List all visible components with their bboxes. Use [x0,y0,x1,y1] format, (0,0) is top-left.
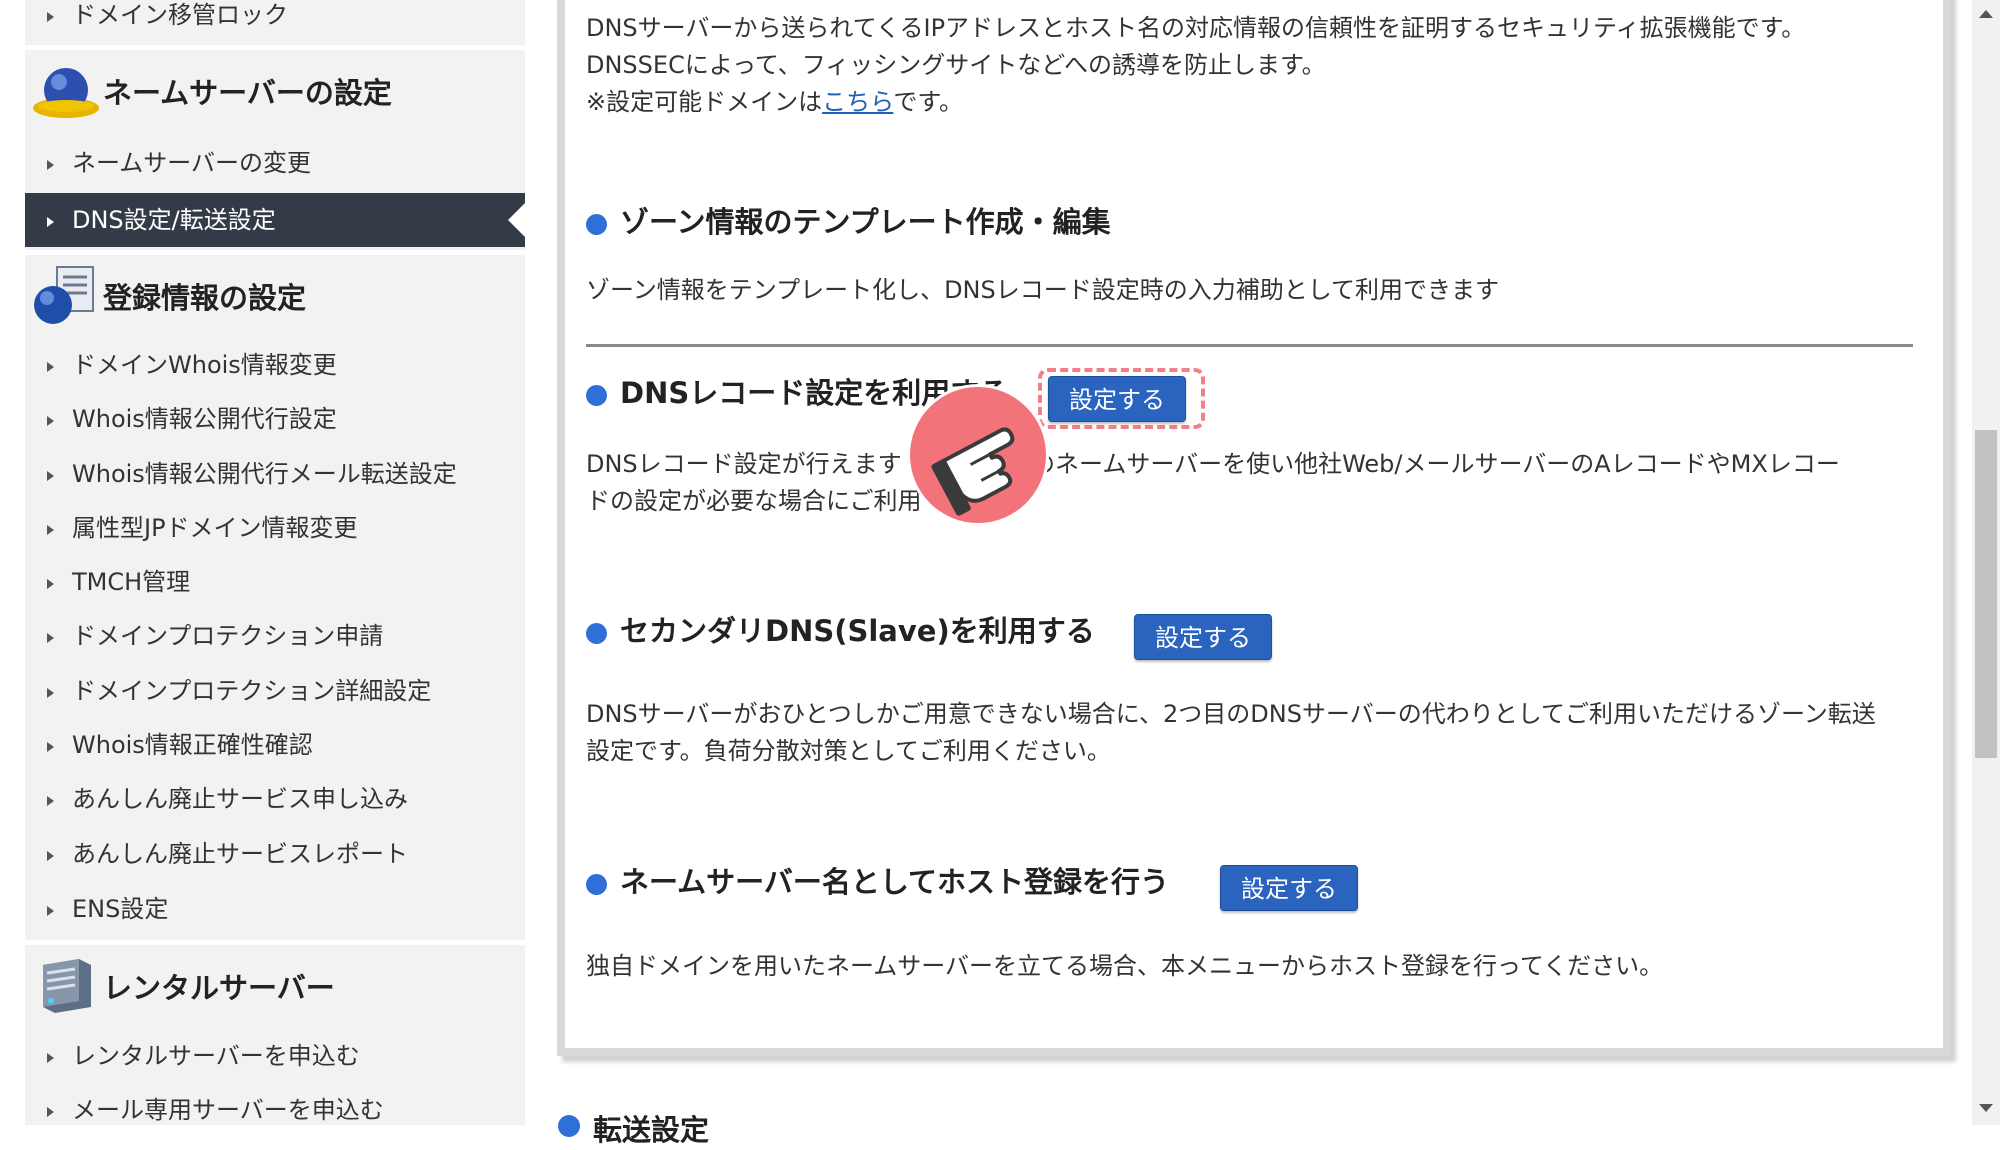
chevron-right-icon [47,633,54,643]
host-registration-title: ネームサーバー名としてホスト登録を行う [620,865,1169,899]
chevron-right-icon [47,579,54,589]
nameserver-globe-icon [33,68,99,118]
chevron-right-icon [47,688,54,698]
chevron-right-icon [47,217,54,227]
sidebar-heading-nameserver: ネームサーバーの設定 [25,50,525,130]
chevron-right-icon [47,1053,54,1063]
registration-document-icon [34,266,94,324]
dnssec-note: ※設定可能ドメインはこちらです。 [586,88,963,116]
section-bullet-icon [586,874,607,895]
sidebar-item-domain-protection-detail[interactable]: ドメインプロテクション詳細設定 [25,664,525,718]
scrollbar-thumb[interactable] [1975,430,1997,758]
sidebar-item-whois-accuracy[interactable]: Whois情報正確性確認 [25,718,525,772]
vertical-scrollbar[interactable] [1972,0,2000,1125]
sidebar-item-ens[interactable]: ENS設定 [25,882,525,936]
server-icon [43,959,91,1013]
chevron-right-icon [47,742,54,752]
chevron-right-icon [47,1107,54,1117]
dnssec-description-line2: DNSSECによって、フィッシングサイトなどへの誘導を防止します。 [586,51,1326,79]
zone-template-description: ゾーン情報をテンプレート化し、DNSレコード設定時の入力補助として利用できます [586,276,1500,304]
sidebar-block-domain: ドメイン移管ロック [25,0,525,45]
dns-record-description-line1: DNSレコード設定が行えます mのネームサーバーを使い他社Web/メールサーバーの… [586,450,1840,478]
forwarding-section-title: 転送設定 [593,1113,710,1147]
pointing-hand-icon [907,384,1049,526]
sidebar-item-whois-change[interactable]: ドメインWhois情報変更 [25,338,525,392]
sidebar-item-domain-protection[interactable]: ドメインプロテクション申請 [25,609,525,663]
sidebar-item-tmch[interactable]: TMCH管理 [25,555,525,609]
sidebar-heading-registration: 登録情報の設定 [25,255,525,335]
host-registration-settings-button[interactable]: 設定する [1220,865,1358,911]
section-bullet-icon [586,385,607,406]
chevron-right-icon [47,362,54,372]
active-indicator-notch [508,203,525,237]
dns-record-settings-button[interactable]: 設定する [1048,376,1186,422]
secondary-dns-description-line2: 設定です。負荷分散対策としてご利用ください。 [586,737,1111,765]
chevron-right-icon [47,796,54,806]
chevron-right-icon [47,851,54,861]
scroll-down-arrow-icon[interactable] [1979,1104,1993,1112]
sidebar-item-anshin-report[interactable]: あんしん廃止サービスレポート [25,827,525,881]
scroll-up-arrow-icon[interactable] [1979,10,1993,18]
chevron-right-icon [47,12,54,22]
sidebar-item-nameserver-change[interactable]: ネームサーバーの変更 [25,136,525,190]
sidebar-item-domain-transfer-lock[interactable]: ドメイン移管ロック [25,0,525,42]
sidebar-item-rental-apply[interactable]: レンタルサーバーを申込む [25,1029,525,1083]
sidebar-item-mail-server-apply[interactable]: メール専用サーバーを申込む [25,1083,525,1137]
secondary-dns-description-line1: DNSサーバーがおひとつしかご用意できない場合に、2つ目のDNSサーバーの代わり… [586,700,1876,728]
main-panel: DNSサーバーから送られてくるIPアドレスとホスト名の対応情報の信頼性を証明する… [557,0,1951,1056]
section-bullet-icon [558,1115,580,1137]
sidebar-block-rental: レンタルサーバー レンタルサーバーを申込む メール専用サーバーを申込む [25,945,525,1125]
chevron-right-icon [47,471,54,481]
sidebar-item-whois-proxy[interactable]: Whois情報公開代行設定 [25,392,525,446]
section-divider [586,344,1913,347]
section-bullet-icon [586,214,607,235]
zone-template-title[interactable]: ゾーン情報のテンプレート作成・編集 [620,202,1111,242]
secondary-dns-title: セカンダリDNS(Slave)を利用する [620,614,1095,648]
sidebar-item-dns-settings[interactable]: DNS設定/転送設定 [25,193,525,247]
sidebar-item-anshin-apply[interactable]: あんしん廃止サービス申し込み [25,772,525,826]
dnssec-description-line1: DNSサーバーから送られてくるIPアドレスとホスト名の対応情報の信頼性を証明する… [586,14,1806,42]
chevron-right-icon [47,416,54,426]
chevron-right-icon [47,525,54,535]
secondary-dns-settings-button[interactable]: 設定する [1134,614,1272,660]
chevron-right-icon [47,906,54,916]
sidebar: ドメイン移管ロック ネームサーバーの設定 ネームサーバーの変更 DNS設定/転送… [25,0,525,1125]
sidebar-heading-rental: レンタルサーバー [25,945,525,1025]
host-registration-description: 独自ドメインを用いたネームサーバーを立てる場合、本メニューからホスト登録を行って… [586,952,1664,980]
sidebar-item-whois-proxy-mail[interactable]: Whois情報公開代行メール転送設定 [25,447,525,501]
sidebar-item-jp-domain-info[interactable]: 属性型JPドメイン情報変更 [25,501,525,555]
chevron-right-icon [47,160,54,170]
available-domains-link[interactable]: こちら [822,88,893,116]
sidebar-block-registration: 登録情報の設定 ドメインWhois情報変更 Whois情報公開代行設定 Whoi… [25,255,525,940]
section-bullet-icon [586,623,607,644]
sidebar-block-nameserver: ネームサーバーの設定 ネームサーバーの変更 DNS設定/転送設定 [25,50,525,250]
